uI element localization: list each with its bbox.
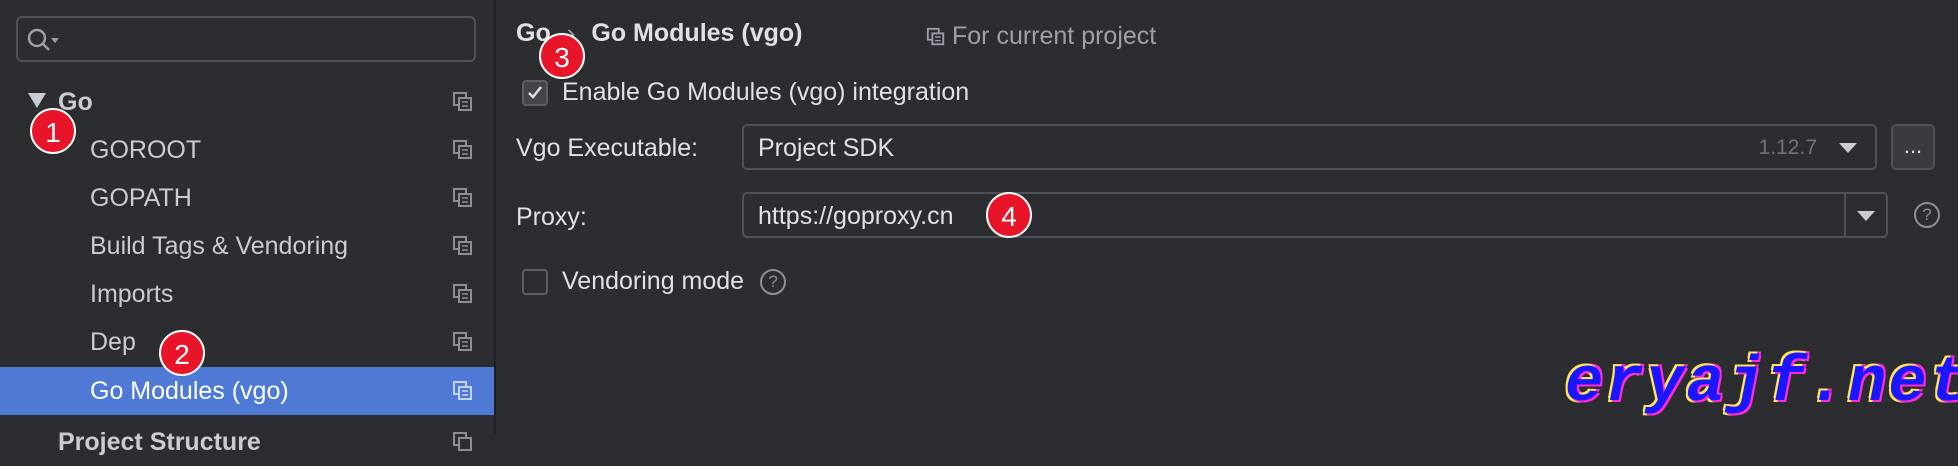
- tree-item-label: Project Structure: [58, 427, 261, 456]
- project-scope-icon: [453, 381, 472, 400]
- checkbox-label: Enable Go Modules (vgo) integration: [562, 78, 970, 106]
- project-scope-icon: [453, 236, 472, 255]
- dropdown-divider: [1844, 194, 1846, 236]
- project-scope-icon: [926, 27, 945, 45]
- project-scope-icon: [453, 432, 472, 451]
- settings-search-input[interactable]: [16, 16, 476, 62]
- tree-item-imports[interactable]: Imports: [0, 270, 494, 318]
- chevron-down-icon: [1839, 143, 1857, 153]
- proxy-help-icon[interactable]: ?: [1914, 202, 1940, 228]
- scope-indicator: For current project: [926, 22, 1156, 51]
- selected-value: Project SDK: [758, 134, 895, 162]
- project-scope-icon: [453, 332, 472, 351]
- project-scope-icon: [453, 188, 472, 207]
- checkbox-label: Vendoring mode: [562, 267, 745, 295]
- tree-item-go[interactable]: Go: [0, 78, 494, 126]
- annotation-badge: 4: [986, 192, 1032, 238]
- enable-vgo-integration-checkbox[interactable]: Enable Go Modules (vgo) integration: [522, 78, 969, 107]
- tree-item-label: GOROOT: [90, 135, 202, 164]
- settings-sidebar: Go GOROOT GOPATH Build Tags & Vendoring …: [0, 0, 496, 456]
- tree-item-label: Go Modules (vgo): [90, 376, 289, 405]
- tree-item-label: Build Tags & Vendoring: [90, 231, 349, 260]
- proxy-label: Proxy:: [516, 203, 587, 231]
- annotation-badge: 2: [159, 330, 205, 376]
- proxy-input[interactable]: https://goproxy.cn: [742, 192, 1888, 238]
- vendoring-mode-checkbox[interactable]: Vendoring mode ?: [522, 267, 787, 296]
- tree-item-label: GOPATH: [90, 183, 192, 212]
- checkbox-box[interactable]: [522, 79, 548, 106]
- checkmark-icon: [528, 85, 542, 99]
- vendoring-help-icon[interactable]: ?: [760, 268, 787, 295]
- expand-caret-icon[interactable]: [28, 93, 46, 108]
- project-scope-icon: [453, 92, 472, 111]
- scope-label: For current project: [952, 22, 1157, 50]
- tree-item-dep[interactable]: Dep: [0, 318, 494, 366]
- watermark: eryajf.net: [1565, 348, 1958, 420]
- tree-item-project-structure[interactable]: Project Structure: [0, 418, 494, 466]
- tree-item-go-modules[interactable]: Go Modules (vgo): [0, 367, 494, 415]
- search-icon: [27, 28, 59, 51]
- project-scope-icon: [453, 140, 472, 159]
- breadcrumb-item: Go Modules (vgo): [591, 19, 803, 47]
- annotation-badge: 1: [30, 108, 76, 154]
- checkbox-box[interactable]: [522, 268, 548, 295]
- annotation-badge: 3: [539, 33, 585, 79]
- tree-item-label: Dep: [90, 327, 136, 356]
- vgo-executable-select[interactable]: Project SDK 1.12.7: [742, 124, 1877, 170]
- chevron-down-icon[interactable]: [1857, 211, 1875, 221]
- browse-executable-button[interactable]: ...: [1891, 124, 1935, 170]
- tree-item-gopath[interactable]: GOPATH: [0, 174, 494, 222]
- tree-item-build-tags[interactable]: Build Tags & Vendoring: [0, 222, 494, 270]
- project-scope-icon: [453, 284, 472, 303]
- vgo-executable-label: Vgo Executable:: [516, 134, 699, 162]
- sdk-version: 1.12.7: [1758, 136, 1817, 159]
- proxy-value: https://goproxy.cn: [758, 202, 954, 230]
- tree-item-label: Imports: [90, 279, 174, 308]
